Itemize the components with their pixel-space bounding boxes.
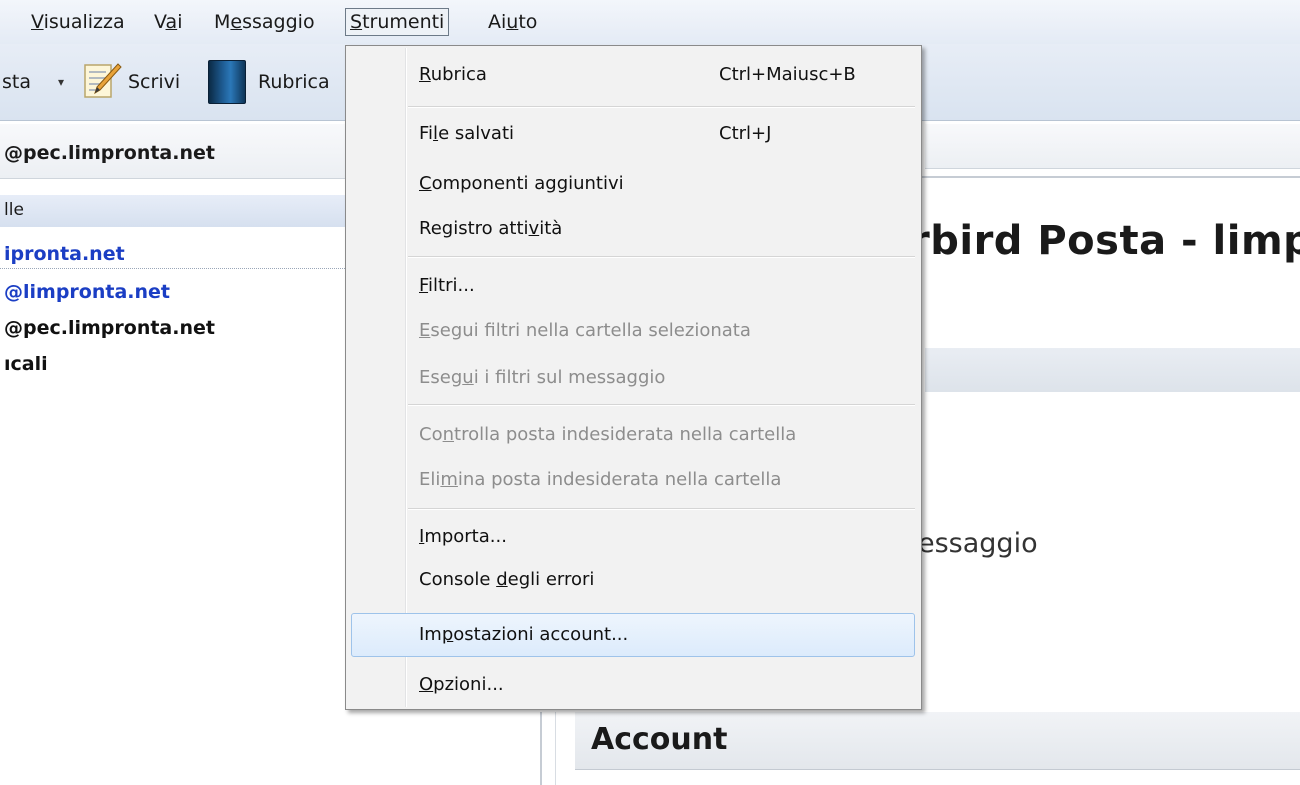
folder-item[interactable]: ıcali bbox=[4, 352, 48, 376]
folder-item[interactable]: ipronta.net bbox=[4, 242, 125, 266]
folder-pane-header[interactable]: lle bbox=[0, 195, 345, 227]
menu-item-controlla-posta-indesiderata[interactable]: Controlla posta indesiderata nella carte… bbox=[419, 423, 796, 447]
menu-separator bbox=[408, 256, 915, 258]
menu-messaggio[interactable]: Messaggio bbox=[210, 8, 319, 36]
menu-item-filtri[interactable]: Filtri... bbox=[419, 274, 475, 298]
address-book-icon[interactable] bbox=[208, 60, 246, 104]
folder-item[interactable]: @limpronta.net bbox=[4, 280, 170, 304]
menu-item-importa[interactable]: Importa... bbox=[419, 525, 507, 549]
menu-visualizza[interactable]: Visualizza bbox=[27, 8, 129, 36]
menu-item-elimina-posta-indesiderata[interactable]: Elimina posta indesiderata nella cartell… bbox=[419, 468, 781, 492]
folder-pane-header-label: lle bbox=[4, 200, 24, 220]
menu-item-opzioni[interactable]: Opzioni... bbox=[419, 673, 504, 697]
compose-button-label[interactable]: Scrivi bbox=[128, 70, 180, 94]
account-section-title: Account bbox=[591, 722, 728, 757]
account-section-header: Account bbox=[575, 712, 1300, 770]
menu-aiuto[interactable]: Aiuto bbox=[484, 8, 541, 36]
menu-item-registro-attivita[interactable]: Registro attività bbox=[419, 217, 562, 241]
menu-item-componenti-aggiuntivi[interactable]: Componenti aggiuntivi bbox=[419, 172, 624, 196]
menu-item-file-salvati[interactable]: File salvati bbox=[419, 122, 514, 146]
account-title: @pec.limpronta.net bbox=[4, 142, 215, 164]
content-tab-bar bbox=[925, 124, 1300, 169]
menu-item-esegui-filtri-cartella[interactable]: Esegui filtri nella cartella selezionata bbox=[419, 319, 751, 343]
content-link-text[interactable]: essaggio bbox=[918, 527, 1038, 561]
menu-item-rubrica[interactable]: Rubrica bbox=[419, 63, 487, 87]
shortcut-label: Ctrl+Maiusc+B bbox=[719, 64, 856, 85]
account-header: @pec.limpronta.net bbox=[0, 124, 345, 179]
menu-separator bbox=[408, 404, 915, 406]
menu-separator bbox=[408, 106, 915, 108]
folder-divider bbox=[0, 268, 345, 269]
compose-icon[interactable] bbox=[82, 60, 122, 100]
pane-divider bbox=[555, 712, 556, 785]
menu-item-impostazioni-account[interactable]: Impostazioni account... bbox=[419, 623, 628, 647]
menubar: Visualizza Vai Messaggio Strumenti Aiuto bbox=[0, 0, 1300, 44]
folder-item[interactable]: @pec.limpronta.net bbox=[4, 316, 215, 340]
get-mail-button-label[interactable]: sta bbox=[2, 70, 31, 94]
content-title: rbird Posta - limp bbox=[910, 218, 1300, 264]
menu-separator bbox=[408, 508, 915, 510]
menu-strumenti[interactable]: Strumenti bbox=[345, 8, 450, 36]
menu-item-console-errori[interactable]: Console degli errori bbox=[419, 568, 594, 592]
menu-gutter bbox=[406, 48, 407, 707]
tools-menu: Rubrica Ctrl+Maiusc+B File salvati Ctrl+… bbox=[345, 45, 922, 710]
address-book-button-label[interactable]: Rubrica bbox=[258, 70, 330, 94]
menu-item-esegui-filtri-messaggio[interactable]: Esegui i filtri sul messaggio bbox=[419, 366, 665, 390]
chevron-down-icon[interactable]: ▾ bbox=[58, 70, 64, 94]
menu-vai[interactable]: Vai bbox=[150, 8, 186, 36]
shortcut-label: Ctrl+J bbox=[719, 123, 772, 144]
pane-divider bbox=[540, 712, 542, 785]
content-section-bar bbox=[925, 348, 1300, 392]
